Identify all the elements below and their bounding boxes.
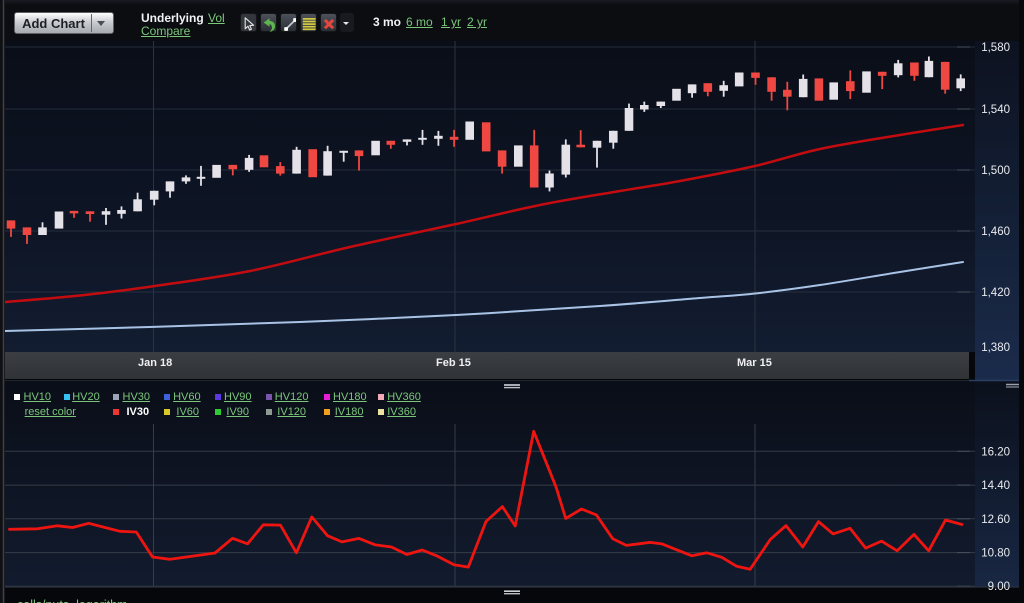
svg-text:16.20: 16.20 [981, 447, 1010, 459]
svg-text:1,500: 1,500 [981, 165, 1010, 177]
svg-text:1,380: 1,380 [981, 342, 1010, 354]
svg-text:1,580: 1,580 [981, 42, 1010, 54]
svg-text:12.60: 12.60 [981, 514, 1010, 526]
svg-text:10.80: 10.80 [981, 548, 1010, 560]
svg-text:1,460: 1,460 [981, 226, 1010, 238]
svg-text:9.00: 9.00 [988, 581, 1010, 593]
svg-text:1,540: 1,540 [981, 104, 1010, 116]
svg-text:14.40: 14.40 [981, 480, 1010, 492]
svg-text:1,420: 1,420 [981, 287, 1010, 299]
